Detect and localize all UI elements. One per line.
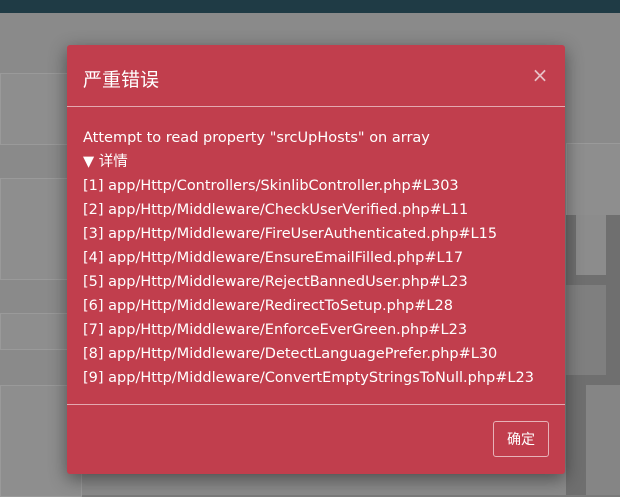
trace-line: [8] app/Http/Middleware/DetectLanguagePr… [83, 346, 498, 362]
stack-trace: [1] app/Http/Controllers/SkinlibControll… [83, 174, 553, 390]
close-icon[interactable]: × [531, 65, 549, 85]
modal-body: Attempt to read property "srcUpHosts" on… [83, 126, 553, 390]
trace-line: [3] app/Http/Middleware/FireUserAuthenti… [83, 226, 498, 242]
error-message: Attempt to read property "srcUpHosts" on… [83, 130, 430, 146]
error-modal: 严重错误 × Attempt to read property "srcUpHo… [67, 45, 565, 474]
trace-line: [2] app/Http/Middleware/CheckUserVerifie… [83, 202, 469, 218]
skin-preview-image [566, 215, 620, 495]
trace-line: [5] app/Http/Middleware/RejectBannedUser… [83, 274, 468, 290]
header-divider [67, 106, 565, 107]
modal-title: 严重错误 [83, 69, 160, 91]
trace-line: [7] app/Http/Middleware/EnforceEverGreen… [83, 322, 468, 338]
modal-header: 严重错误 × [67, 45, 565, 107]
details-toggle[interactable]: ▼ 详情 [83, 150, 553, 174]
trace-line: [1] app/Http/Controllers/SkinlibControll… [83, 178, 459, 194]
skin-block [576, 215, 606, 275]
confirm-button[interactable]: 确定 [493, 421, 549, 457]
background-topbar [0, 0, 620, 13]
skin-block [566, 285, 606, 375]
trace-line: [4] app/Http/Middleware/EnsureEmailFille… [83, 250, 464, 266]
skin-block [586, 385, 620, 495]
footer-divider [67, 404, 565, 405]
trace-line: [9] app/Http/Middleware/ConvertEmptyStri… [83, 370, 534, 386]
trace-line: [6] app/Http/Middleware/RedirectToSetup.… [83, 298, 453, 314]
